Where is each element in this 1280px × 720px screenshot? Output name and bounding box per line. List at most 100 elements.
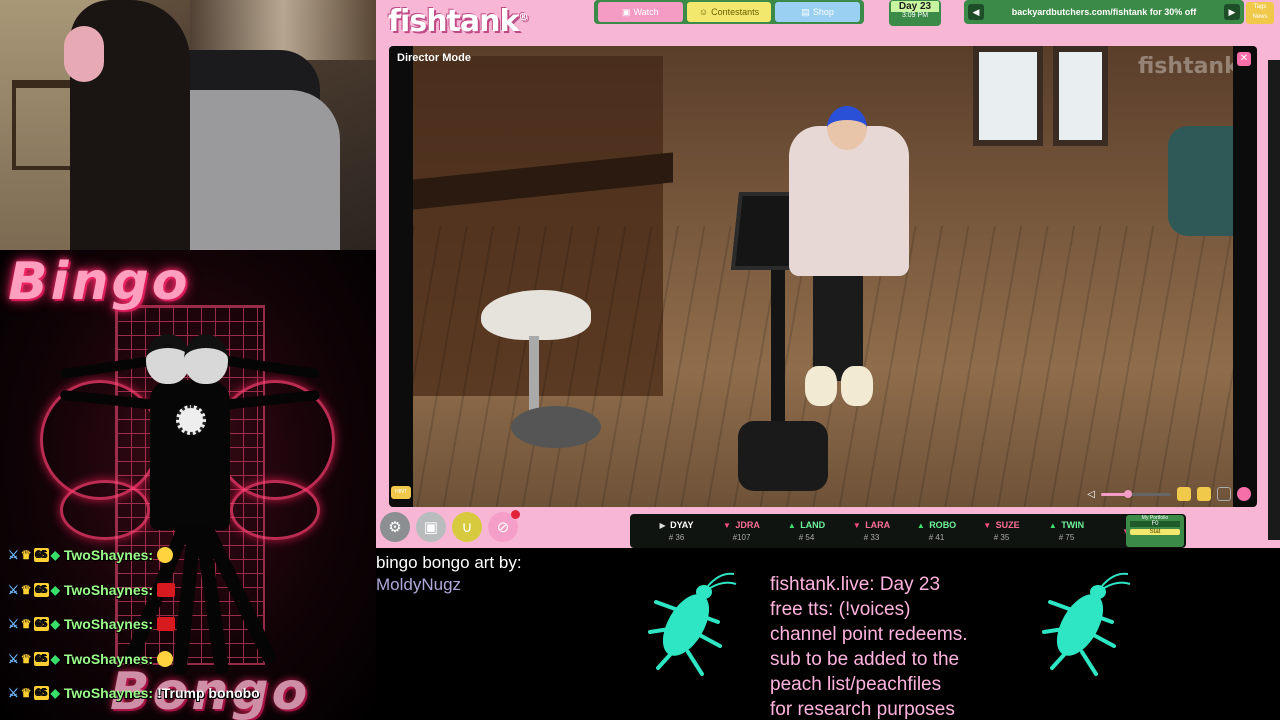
- chat-username[interactable]: TwoShaynes:: [64, 582, 153, 598]
- trend-down-icon: ▼: [723, 521, 731, 530]
- sword-icon: ⚔: [8, 582, 19, 597]
- promo-banner: ◀ backyardbutchers.com/fishtank for 30% …: [964, 0, 1244, 24]
- chat-message: ⚔ ♛ 65 ◆ TwoShaynes: !Trump bonobo: [8, 676, 368, 711]
- tags-news-button[interactable]: Tags News: [1246, 2, 1274, 24]
- contestants-button[interactable]: ☺ Contestants: [686, 2, 772, 22]
- ticker-item[interactable]: ▲ TWIN # 75: [1034, 518, 1099, 544]
- ticker-item[interactable]: ▼ LARA # 33: [839, 518, 904, 544]
- action-buttons: ⚙ ▣ ∪ ⊘: [380, 510, 520, 542]
- clip-button[interactable]: [1177, 487, 1191, 501]
- art-credit: bingo bongo art by: MoldyNugz: [376, 552, 522, 596]
- megaphone-icon[interactable]: ⊘: [488, 510, 520, 542]
- sub-badge: 65: [33, 582, 49, 597]
- sub-badge: 65: [33, 686, 49, 701]
- sword-icon: ⚔: [8, 617, 19, 632]
- crown-icon: ♛: [20, 548, 32, 563]
- bingo-title: Bingo: [8, 252, 191, 312]
- logo-text: fishtank: [388, 4, 519, 39]
- video-player[interactable]: fishtank Director Mode ✕ HINT ◁: [389, 46, 1257, 507]
- contestants-label: Contestants: [711, 7, 760, 17]
- settings-icon[interactable]: [1237, 487, 1251, 501]
- gem-icon: ◆: [50, 548, 60, 563]
- player-controls: ◁: [1087, 487, 1251, 501]
- chat-badges: ⚔ ♛ 65 ◆: [8, 651, 60, 666]
- fishtank-logo[interactable]: fishtank®: [388, 4, 528, 39]
- laughing-emoji-icon: [157, 547, 174, 564]
- cockroach-icon: [1042, 572, 1131, 676]
- tv-icon: ▣: [621, 6, 631, 17]
- feed-person-legs: [813, 271, 863, 381]
- camera-icon[interactable]: ▣: [416, 512, 446, 542]
- chat-message: ⚔ ♛ 65 ◆ TwoShaynes:: [8, 607, 368, 642]
- volume-icon[interactable]: ◁: [1087, 489, 1095, 500]
- chat-message: ⚔ ♛ 65 ◆ TwoShaynes:: [8, 538, 368, 573]
- trend-up-icon: ▲: [916, 521, 925, 530]
- close-icon[interactable]: ✕: [1237, 52, 1251, 66]
- gear-icon[interactable]: ⚙: [380, 512, 410, 542]
- shop-button[interactable]: ▤ Shop: [775, 2, 861, 22]
- fullscreen-icon[interactable]: [1217, 487, 1231, 501]
- stock-ticker: ▶ DYAY # 36 ▼ JDRA #107 ▲ LAND # 54 ▼ LARA #…: [630, 514, 1186, 548]
- promo-text[interactable]: backyardbutchers.com/fishtank for 30% of…: [984, 7, 1224, 17]
- chat-overlay: ⚔ ♛ 65 ◆ TwoShaynes: ⚔ ♛ 65 ◆ TwoShaynes…: [8, 538, 368, 711]
- trend-up-icon: ▲: [1048, 521, 1057, 530]
- chat-username[interactable]: TwoShaynes:: [64, 547, 153, 563]
- shirt-emblem-icon: [176, 405, 206, 435]
- figure-head-right: [184, 334, 228, 384]
- notification-dot: [511, 510, 520, 519]
- info-line: fishtank.live: Day 23: [770, 574, 941, 595]
- pip-button[interactable]: [1197, 487, 1211, 501]
- stream-info: fishtank.live: Day 23 free tts: (!voices…: [770, 572, 968, 720]
- feed-sofa: [1168, 126, 1233, 236]
- magnet-icon[interactable]: ∪: [452, 512, 482, 542]
- feed-window-right: [1053, 46, 1108, 146]
- art-credit-label: bingo bongo art by:: [376, 553, 522, 572]
- ticker-rank: # 35: [993, 533, 1010, 542]
- headset-icon: [64, 26, 104, 82]
- watch-button[interactable]: ▣ Watch: [598, 2, 683, 22]
- chat-message: ⚔ ♛ 65 ◆ TwoShaynes:: [8, 642, 368, 677]
- info-line: for research purposes: [770, 699, 955, 720]
- volume-knob[interactable]: [1123, 489, 1132, 498]
- chat-username[interactable]: TwoShaynes:: [64, 685, 153, 701]
- ticker-item[interactable]: ▲ LAND # 54: [774, 518, 839, 544]
- ticker-item[interactable]: ▼ SUZE # 35: [969, 518, 1034, 544]
- portfolio-stat-button[interactable]: Stat: [1130, 529, 1180, 535]
- ticker-rank: # 36: [668, 533, 685, 542]
- time-label: 3:09 PM: [901, 12, 929, 19]
- sub-badge: 65: [33, 651, 49, 666]
- feed-stool-seat: [481, 290, 591, 340]
- laughing-emoji-icon: [157, 650, 174, 667]
- ticker-name: LARA: [865, 520, 891, 530]
- info-line: channel point redeems.: [770, 624, 968, 645]
- chat-badges: ⚔ ♛ 65 ◆: [8, 686, 60, 701]
- volume-slider[interactable]: [1101, 489, 1171, 498]
- figure-body: [150, 380, 230, 530]
- fishtank-watermark: fishtank: [1138, 54, 1233, 79]
- ticker-item[interactable]: ▲ ROBO # 41: [904, 518, 969, 544]
- portfolio-value: F0: [1130, 521, 1180, 527]
- hint-button[interactable]: HINT: [391, 486, 411, 499]
- chat-username[interactable]: TwoShaynes:: [64, 616, 153, 632]
- red-emote-icon: [157, 582, 176, 597]
- ticker-name: JDRA: [735, 520, 760, 530]
- ticker-rank: # 41: [928, 533, 945, 542]
- promo-next-button[interactable]: ▶: [1224, 4, 1240, 20]
- ticker-item[interactable]: ▼ JDRA #107: [709, 518, 774, 544]
- info-line: peach list/peachfiles: [770, 674, 942, 695]
- promo-prev-button[interactable]: ◀: [968, 4, 984, 20]
- main-nav: ▣ Watch ☺ Contestants ▤ Shop: [594, 0, 864, 24]
- live-camera-feed: fishtank: [413, 46, 1233, 507]
- portfolio-widget[interactable]: My Portfolio F0 Stat: [1126, 515, 1184, 547]
- side-panel-edge: [1268, 60, 1280, 540]
- day-counter: Day 23 3:09 PM: [889, 0, 941, 26]
- ticker-name: DYAY: [670, 520, 694, 530]
- gem-icon: ◆: [50, 617, 60, 632]
- chat-username[interactable]: TwoShaynes:: [64, 651, 153, 667]
- ticker-name: LAND: [800, 520, 826, 530]
- ticker-rank: # 33: [863, 533, 880, 542]
- ticker-name: SUZE: [995, 520, 1020, 530]
- ticker-name: ROBO: [929, 520, 957, 530]
- ticker-item[interactable]: ▶ DYAY # 36: [644, 518, 709, 544]
- info-line: free tts: (!voices): [770, 599, 911, 620]
